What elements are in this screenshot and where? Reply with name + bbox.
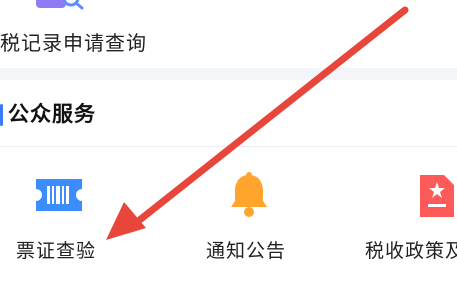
service-ticket-verification[interactable]: 票证查验 xyxy=(10,147,130,287)
service-label: 税收政策及 xyxy=(365,240,457,262)
section-divider xyxy=(0,68,457,80)
ticket-icon xyxy=(36,179,82,211)
service-tax-policy[interactable]: 税收政策及 xyxy=(360,147,457,287)
service-label: 票证查验 xyxy=(16,240,97,262)
bell-icon xyxy=(231,172,267,217)
public-services-header: 公众服务 xyxy=(0,80,457,147)
section-accent-bar xyxy=(0,104,3,126)
service-label: 通知公告 xyxy=(206,240,287,262)
policy-doc-icon xyxy=(420,175,454,217)
section-title: 公众服务 xyxy=(8,102,96,126)
tax-record-query-label: 税记录申请查询 xyxy=(0,31,147,55)
public-services-grid: 票证查验 通知公告 税收政策及 xyxy=(0,147,457,291)
search-doc-icon xyxy=(36,0,84,10)
service-announcements[interactable]: 通知公告 xyxy=(196,147,306,287)
tax-record-query-item[interactable]: 税记录申请查询 xyxy=(0,0,180,64)
screen: 税记录申请查询 公众服务 票证查验 通知公告 税收政策及 xyxy=(0,0,457,291)
